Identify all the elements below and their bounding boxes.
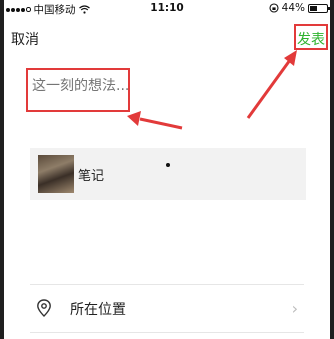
divider [30,284,304,285]
location-pin-icon [37,299,51,317]
status-right: 44% [269,2,330,14]
divider-bottom [30,332,304,333]
moments-compose-screen: 中国移动 11:10 44% 取消 发表 笔记 [0,0,334,339]
arrow-to-input [127,111,183,130]
note-title: 笔记 [78,169,105,184]
attached-note-card[interactable]: 笔记 [30,148,306,200]
touch-dot [166,163,170,167]
note-thumbnail [38,155,74,193]
publish-button[interactable]: 发表 [297,29,325,49]
battery-fill [310,5,317,11]
nav-bar: 取消 发表 [0,22,334,54]
cancel-button[interactable]: 取消 [11,29,39,49]
rotation-lock-icon [269,3,279,13]
status-bar: 中国移动 11:10 44% [6,2,330,16]
location-row[interactable]: 所在位置 › [30,294,304,324]
battery-icon [308,3,330,13]
location-label: 所在位置 [70,302,126,318]
battery-percent: 44% [281,2,305,14]
thought-input[interactable] [32,78,272,94]
chevron-right-icon: › [291,299,298,318]
